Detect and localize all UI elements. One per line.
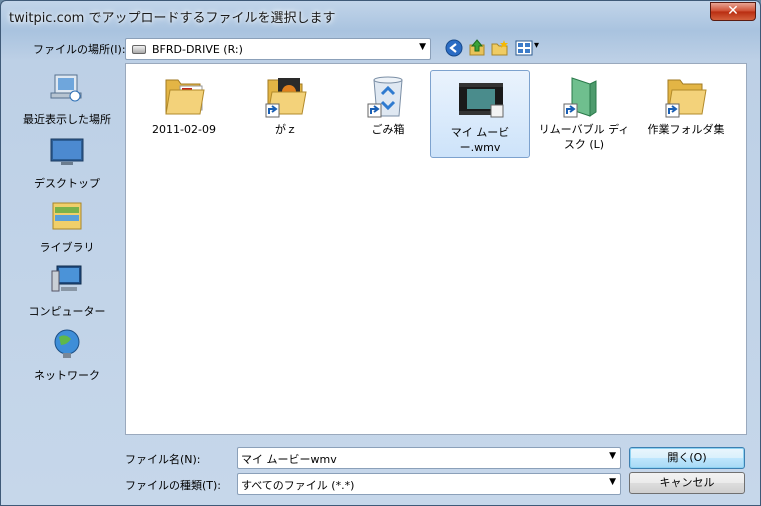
file-item-work-folders[interactable]: 作業フォルダ集 xyxy=(636,68,736,156)
place-computer[interactable]: コンピューター xyxy=(9,263,125,323)
file-list[interactable]: 2011-02-09 がｚ ごみ箱 マイ ムービー.wmv リムーバブル ディス… xyxy=(125,63,747,435)
places-bar: 最近表示した場所 デスクトップ ライブラリ コンピューター ネットワーク xyxy=(9,63,125,435)
file-label: リムーバブル ディスク (L) xyxy=(538,123,630,151)
views-menu-button[interactable]: ▾ xyxy=(515,39,543,57)
look-in-label: ファイルの場所(I): xyxy=(33,43,126,56)
file-item-recycle-bin[interactable]: ごみ箱 xyxy=(338,68,438,156)
place-network[interactable]: ネットワーク xyxy=(9,327,125,387)
up-folder-icon[interactable] xyxy=(468,39,486,57)
title-bar[interactable]: twitpic.com でアップロードするファイルを選択します ✕ xyxy=(1,1,760,31)
filename-panel: ファイル名(N): マイ ムービーwmv ▼ ファイルの種類(T): すべてのフ… xyxy=(1,439,760,505)
computer-icon xyxy=(51,265,82,292)
cancel-button[interactable]: キャンセル xyxy=(629,472,745,494)
views-icon xyxy=(515,40,533,56)
new-folder-icon[interactable] xyxy=(491,39,509,57)
folder-icon xyxy=(165,79,205,115)
file-open-dialog: twitpic.com でアップロードするファイルを選択します ✕ ファイルの場… xyxy=(0,0,761,506)
place-label: ネットワーク xyxy=(34,369,100,382)
folder-shortcut-icon xyxy=(265,78,307,118)
file-label: がｚ xyxy=(275,123,297,136)
chevron-down-icon: ▼ xyxy=(609,477,616,487)
place-recent[interactable]: 最近表示した場所 xyxy=(9,71,125,131)
chevron-down-icon: ▼ xyxy=(419,42,426,52)
desktop-icon xyxy=(50,138,84,165)
recycle-bin-icon xyxy=(367,76,403,118)
window-title: twitpic.com でアップロードするファイルを選択します xyxy=(9,11,336,26)
file-item-my-movie-wmv[interactable]: マイ ムービー.wmv xyxy=(430,70,530,158)
recent-places-icon xyxy=(50,74,82,102)
place-label: コンピューター xyxy=(28,305,106,318)
open-button[interactable]: 開く(O) xyxy=(629,447,745,469)
place-desktop[interactable]: デスクトップ xyxy=(9,135,125,195)
look-in-bar: ファイルの場所(I): BFRD-DRIVE (R:) ▼ ▾ xyxy=(1,35,760,63)
place-label: デスクトップ xyxy=(34,177,100,190)
video-file-icon xyxy=(459,83,504,118)
back-icon[interactable] xyxy=(445,39,463,57)
filetype-value: すべてのファイル (*.*) xyxy=(241,479,355,492)
file-label: 2011-02-09 xyxy=(152,123,216,136)
place-label: ライブラリ xyxy=(39,241,95,254)
look-in-dropdown[interactable]: BFRD-DRIVE (R:) ▼ xyxy=(125,38,431,60)
place-libraries[interactable]: ライブラリ xyxy=(9,199,125,259)
chevron-down-icon: ▾ xyxy=(534,40,540,51)
file-label: 作業フォルダ集 xyxy=(647,123,725,136)
file-label: マイ ムービー.wmv xyxy=(450,126,510,154)
look-in-value: BFRD-DRIVE (R:) xyxy=(152,43,243,56)
libraries-icon xyxy=(52,202,82,230)
removable-disk-icon xyxy=(563,77,597,118)
folder-shortcut-icon xyxy=(665,79,707,118)
place-label: 最近表示した場所 xyxy=(23,113,111,126)
file-label: ごみ箱 xyxy=(371,123,405,136)
filetype-dropdown[interactable]: すべてのファイル (*.*) ▼ xyxy=(237,473,621,495)
file-item-2011-02-09[interactable]: 2011-02-09 xyxy=(134,68,234,156)
network-icon xyxy=(54,329,80,358)
file-item-gaz[interactable]: がｚ xyxy=(236,68,336,156)
file-item-removable-disk[interactable]: リムーバブル ディスク (L) xyxy=(534,68,634,156)
filename-label: ファイル名(N): xyxy=(125,453,201,466)
filetype-label: ファイルの種類(T): xyxy=(125,479,222,492)
drive-icon xyxy=(132,45,146,54)
filename-input[interactable]: マイ ムービーwmv ▼ xyxy=(237,447,621,469)
chevron-down-icon: ▼ xyxy=(609,451,616,461)
close-button[interactable]: ✕ xyxy=(710,2,756,21)
filename-value: マイ ムービーwmv xyxy=(241,453,337,466)
